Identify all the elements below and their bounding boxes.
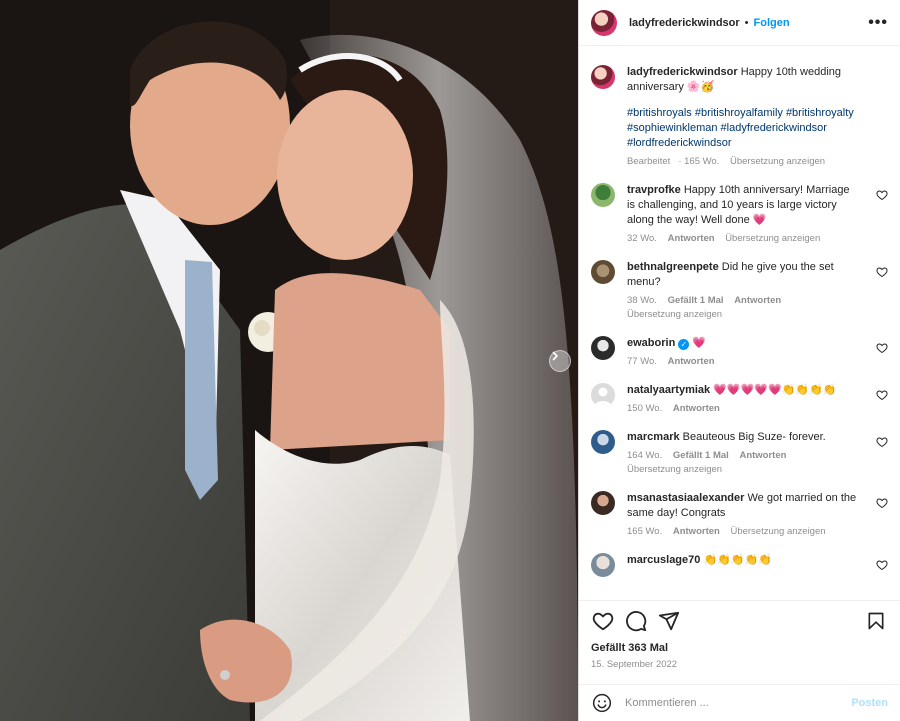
comment-age: 164 Wo.: [627, 450, 663, 461]
caption-username[interactable]: ladyfrederickwindsor: [627, 66, 738, 78]
comment-item: marcmark Beauteous Big Suze- forever. 16…: [591, 430, 888, 477]
default-avatar-icon: [594, 387, 612, 407]
comment-emoji: 💗: [692, 337, 707, 349]
share-button[interactable]: [657, 609, 681, 633]
verified-badge-icon: ✓: [678, 339, 690, 350]
author-username[interactable]: ladyfrederickwindsor: [629, 17, 740, 29]
emoji-icon: [592, 693, 612, 713]
comment-like-heart-icon[interactable]: [876, 436, 888, 448]
comment-like-heart-icon[interactable]: [876, 266, 888, 278]
reply-button[interactable]: Antworten: [734, 295, 781, 306]
post-date: 15. September 2022: [591, 659, 678, 670]
translate-link[interactable]: Übersetzung anzeigen: [725, 233, 820, 244]
like-button[interactable]: [591, 609, 615, 633]
commenter-username[interactable]: marcuslage70: [627, 554, 700, 566]
post-sidebar: ladyfrederickwindsor • Folgen ••• ladyfr…: [578, 0, 900, 721]
comment-meta: 150 Wo. Antworten: [627, 402, 859, 416]
edited-label: Bearbeitet: [627, 156, 671, 167]
comment-item: travprofke Happy 10th anniversary! Marri…: [591, 183, 888, 246]
comment-likes[interactable]: Gefällt 1 Mal: [668, 295, 724, 306]
translate-link[interactable]: Übersetzung anzeigen: [627, 309, 722, 320]
comment-age: 38 Wo.: [627, 295, 657, 306]
comment-age: 77 Wo.: [627, 356, 657, 367]
reply-button[interactable]: Antworten: [673, 526, 720, 537]
post-photo[interactable]: [0, 0, 578, 721]
translate-link[interactable]: Übersetzung anzeigen: [730, 156, 825, 167]
comment-likes[interactable]: Gefällt 1 Mal: [673, 450, 729, 461]
caption-hashtags[interactable]: #britishroyals #britishroyalfamily #brit…: [627, 106, 877, 151]
comment-item: natalyaartymiak 💗💗💗💗💗👏👏👏👏 150 Wo. Antwor…: [591, 383, 888, 416]
caption-emoji: 🌸🥳: [686, 81, 715, 93]
comments-list[interactable]: ladyfrederickwindsor Happy 10th wedding …: [579, 47, 900, 599]
comment-meta: 38 Wo. Gefällt 1 Mal Antworten Übersetzu…: [627, 294, 859, 322]
commenter-avatar[interactable]: [591, 260, 615, 284]
reply-button[interactable]: Antworten: [739, 450, 786, 461]
comment-like-heart-icon[interactable]: [876, 497, 888, 509]
post-header: ladyfrederickwindsor • Folgen •••: [579, 0, 900, 46]
reply-button[interactable]: Antworten: [673, 403, 720, 414]
comment-emoji: 👏👏👏👏👏: [703, 554, 772, 566]
chevron-right-icon: [552, 351, 558, 361]
comment-like-heart-icon[interactable]: [876, 189, 888, 201]
separator-dot: •: [744, 16, 749, 29]
commenter-username[interactable]: natalyaartymiak: [627, 384, 710, 396]
next-image-button[interactable]: [549, 350, 571, 372]
comment-button[interactable]: [624, 609, 648, 633]
comment-like-heart-icon[interactable]: [876, 342, 888, 354]
reply-button[interactable]: Antworten: [668, 233, 715, 244]
commenter-username[interactable]: msanastasiaalexander: [627, 492, 744, 504]
comment-item: msanastasiaalexander We got married on t…: [591, 491, 888, 539]
comment-meta: 165 Wo. Antworten Übersetzung anzeigen: [627, 525, 859, 539]
comment-like-heart-icon[interactable]: [876, 559, 888, 571]
likes-count[interactable]: Gefällt 363 Mal: [591, 642, 668, 654]
send-icon: [658, 611, 680, 630]
comment-age: 32 Wo.: [627, 233, 657, 244]
commenter-avatar[interactable]: [591, 553, 615, 577]
author-avatar[interactable]: [591, 9, 617, 36]
commenter-avatar[interactable]: [591, 491, 615, 515]
comment-meta: 32 Wo. Antworten Übersetzung anzeigen: [627, 232, 859, 246]
comment-emoji: 💗: [752, 214, 767, 226]
commenter-avatar[interactable]: [591, 336, 615, 360]
emoji-picker-button[interactable]: [591, 692, 613, 714]
wedding-photo-illustration: [0, 0, 578, 721]
comment-meta: 164 Wo. Gefällt 1 Mal Antworten Übersetz…: [627, 449, 859, 477]
commenter-username[interactable]: ewaborin: [627, 337, 675, 349]
caption-meta: Bearbeitet · 165 Wo. Übersetzung anzeigen: [627, 156, 826, 167]
reply-button[interactable]: Antworten: [668, 356, 715, 367]
commenter-avatar[interactable]: [591, 430, 615, 454]
follow-button[interactable]: Folgen: [754, 17, 790, 29]
comment-age: 165 Wo.: [627, 526, 663, 537]
translate-link[interactable]: Übersetzung anzeigen: [730, 526, 825, 537]
caption-age: 165 Wo.: [684, 156, 720, 167]
post-actions-bar: [579, 600, 900, 640]
comment-age: 150 Wo.: [627, 403, 663, 414]
comment-text: Beauteous Big Suze- forever.: [682, 431, 826, 443]
comment-item: ewaborin ✓ 💗 77 Wo. Antworten: [591, 336, 888, 369]
comment-emoji: 💗💗💗💗💗👏👏👏👏: [713, 384, 837, 396]
commenter-username[interactable]: travprofke: [627, 184, 681, 196]
commenter-username[interactable]: bethnalgreenpete: [627, 261, 719, 273]
comment-meta: 77 Wo. Antworten: [627, 355, 859, 369]
commenter-username[interactable]: marcmark: [627, 431, 680, 443]
commenter-avatar[interactable]: [591, 183, 615, 207]
more-options-button[interactable]: •••: [868, 14, 888, 32]
commenter-avatar[interactable]: [591, 383, 615, 407]
translate-link[interactable]: Übersetzung anzeigen: [627, 464, 722, 475]
comment-item: bethnalgreenpete Did he give you the set…: [591, 260, 888, 322]
heart-icon: [592, 612, 614, 630]
post-caption: ladyfrederickwindsor Happy 10th wedding …: [591, 65, 888, 169]
comment-icon: [626, 610, 647, 631]
instagram-post-modal: ladyfrederickwindsor • Folgen ••• ladyfr…: [0, 0, 900, 721]
comment-item: marcuslage70 👏👏👏👏👏: [591, 553, 888, 577]
post-comment-button[interactable]: Posten: [851, 697, 888, 709]
comment-input[interactable]: Kommentieren ...: [625, 697, 709, 709]
comment-like-heart-icon[interactable]: [876, 389, 888, 401]
bookmark-icon: [868, 612, 884, 629]
save-button[interactable]: [864, 609, 888, 633]
add-comment-bar: Kommentieren ... Posten: [579, 684, 900, 721]
caption-avatar[interactable]: [591, 65, 615, 89]
